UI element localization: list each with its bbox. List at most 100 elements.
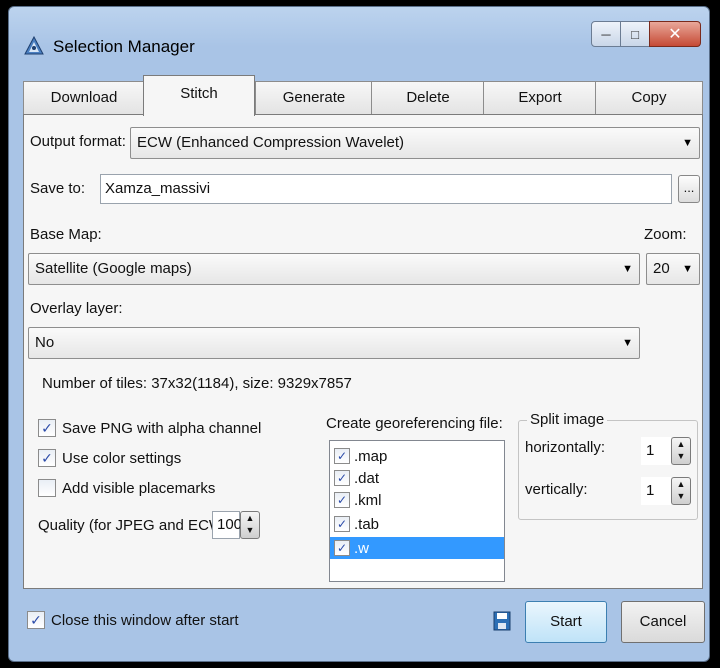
chevron-down-icon: ▼ [682,263,693,275]
tab-delete[interactable]: Delete [371,81,485,115]
selection-manager-window: Selection Manager ─ □ ✕ Download Stitch … [8,6,710,662]
save-to-input[interactable]: Xamza_massivi [100,174,672,204]
footer-bar: ✓ Close this window after start Start Ca… [23,593,705,651]
stitch-panel: Output format: ECW (Enhanced Compression… [23,114,703,589]
browse-label: ... [683,180,695,195]
tab-bar: Download Stitch Generate Delete Export C… [23,75,703,116]
add-placemarks-checkbox[interactable]: Add visible placemarks [38,479,215,497]
list-item-label: .w [354,539,369,557]
tab-label: Copy [631,89,667,106]
check-icon: ✓ [334,448,350,464]
tab-label: Export [518,89,562,106]
base-map-select[interactable]: Satellite (Google maps) ▼ [28,253,640,285]
split-vertical-value: 1 [646,482,655,499]
split-horizontal-input[interactable]: 1 [641,437,671,465]
cancel-label: Cancel [639,613,687,630]
maximize-button[interactable]: □ [620,21,650,47]
output-format-label: Output format: [30,133,126,150]
split-image-title: Split image [527,411,608,428]
up-arrow-icon: ▲ [676,439,686,449]
window-title: Selection Manager [53,37,195,56]
georef-label: Create georeferencing file: [326,415,503,432]
output-format-value: ECW (Enhanced Compression Wavelet) [137,134,405,151]
close-icon: ✕ [668,26,682,43]
tab-label: Stitch [180,85,218,102]
split-vertical-label: vertically: [525,481,588,498]
overlay-label: Overlay layer: [30,300,123,317]
georef-item-w[interactable]: ✓ .w [330,537,504,559]
check-icon: ✓ [334,516,350,532]
georef-item-map[interactable]: ✓ .map [334,445,502,467]
start-label: Start [550,613,582,630]
up-arrow-icon: ▲ [245,513,255,523]
check-icon: ✓ [334,470,350,486]
base-map-value: Satellite (Google maps) [35,260,192,277]
list-item-label: .map [354,447,388,465]
down-arrow-icon: ▼ [676,491,686,501]
chevron-down-icon: ▼ [622,337,633,349]
tab-label: Delete [406,89,450,106]
up-arrow-icon: ▲ [676,479,686,489]
save-to-label: Save to: [30,180,86,197]
quality-stepper[interactable]: ▲ ▼ [240,511,260,539]
tab-download[interactable]: Download [23,81,145,115]
checkbox-label: Close this window after start [51,611,239,629]
tab-label: Download [50,89,118,106]
title-bar[interactable]: Selection Manager ─ □ ✕ [9,7,709,69]
split-image-group: Split image horizontally: 1 ▲ ▼ vertical… [518,411,698,520]
list-item-label: .kml [354,491,382,509]
use-color-settings-checkbox[interactable]: ✓ Use color settings [38,449,181,467]
tab-export[interactable]: Export [483,81,597,115]
minimize-icon: ─ [601,26,611,42]
overlay-select[interactable]: No ▼ [28,327,640,359]
split-horizontal-stepper[interactable]: ▲ ▼ [671,437,691,465]
check-icon: ✓ [38,419,56,437]
quality-label: Quality (for JPEG and ECW): [38,517,233,534]
tab-copy[interactable]: Copy [595,81,703,115]
cancel-button[interactable]: Cancel [621,601,705,643]
browse-button[interactable]: ... [678,175,700,203]
start-button[interactable]: Start [525,601,607,643]
list-item-label: .dat [354,469,380,487]
close-button[interactable]: ✕ [649,21,701,47]
check-icon: ✓ [27,611,45,629]
checkbox-box [38,479,56,497]
quality-value: 100 [217,516,243,533]
app-icon [24,35,44,55]
chevron-down-icon: ▼ [622,263,633,275]
output-format-select[interactable]: ECW (Enhanced Compression Wavelet) ▼ [130,127,700,159]
checkbox-label: Use color settings [62,449,182,467]
quality-input[interactable]: 100 [212,511,243,539]
check-icon: ✓ [334,540,350,556]
check-icon: ✓ [38,449,56,467]
tab-stitch[interactable]: Stitch [143,75,255,116]
maximize-icon: □ [631,26,639,42]
split-horizontal-value: 1 [646,442,655,459]
base-map-label: Base Map: [30,226,102,243]
save-icon[interactable] [493,611,511,631]
split-vertical-input[interactable]: 1 [641,477,671,505]
tiles-info: Number of tiles: 37x32(1184), size: 9329… [42,375,352,392]
list-item-label: .tab [354,515,380,533]
zoom-value: 20 [653,260,670,277]
minimize-button[interactable]: ─ [591,21,621,47]
tab-generate[interactable]: Generate [255,81,373,115]
close-after-start-checkbox[interactable]: ✓ Close this window after start [27,611,239,629]
overlay-value: No [35,334,55,351]
checkbox-label: Save PNG with alpha channel [62,419,262,437]
save-png-alpha-checkbox[interactable]: ✓ Save PNG with alpha channel [38,419,261,437]
georef-item-tab[interactable]: ✓ .tab [334,513,502,535]
georef-item-dat[interactable]: ✓ .dat [334,467,502,489]
georef-item-kml[interactable]: ✓ .kml [334,489,502,511]
tab-label: Generate [282,89,346,106]
down-arrow-icon: ▼ [676,451,686,461]
save-to-value: Xamza_massivi [105,180,211,197]
zoom-label: Zoom: [644,226,687,243]
split-vertical-stepper[interactable]: ▲ ▼ [671,477,691,505]
georef-list[interactable]: ✓ .map ✓ .dat ✓ .kml ✓ .tab ✓ .w [329,440,505,582]
split-horizontal-label: horizontally: [525,439,606,456]
down-arrow-icon: ▼ [245,525,255,535]
checkbox-label: Add visible placemarks [62,479,216,497]
check-icon: ✓ [334,492,350,508]
zoom-select[interactable]: 20 ▼ [646,253,700,285]
